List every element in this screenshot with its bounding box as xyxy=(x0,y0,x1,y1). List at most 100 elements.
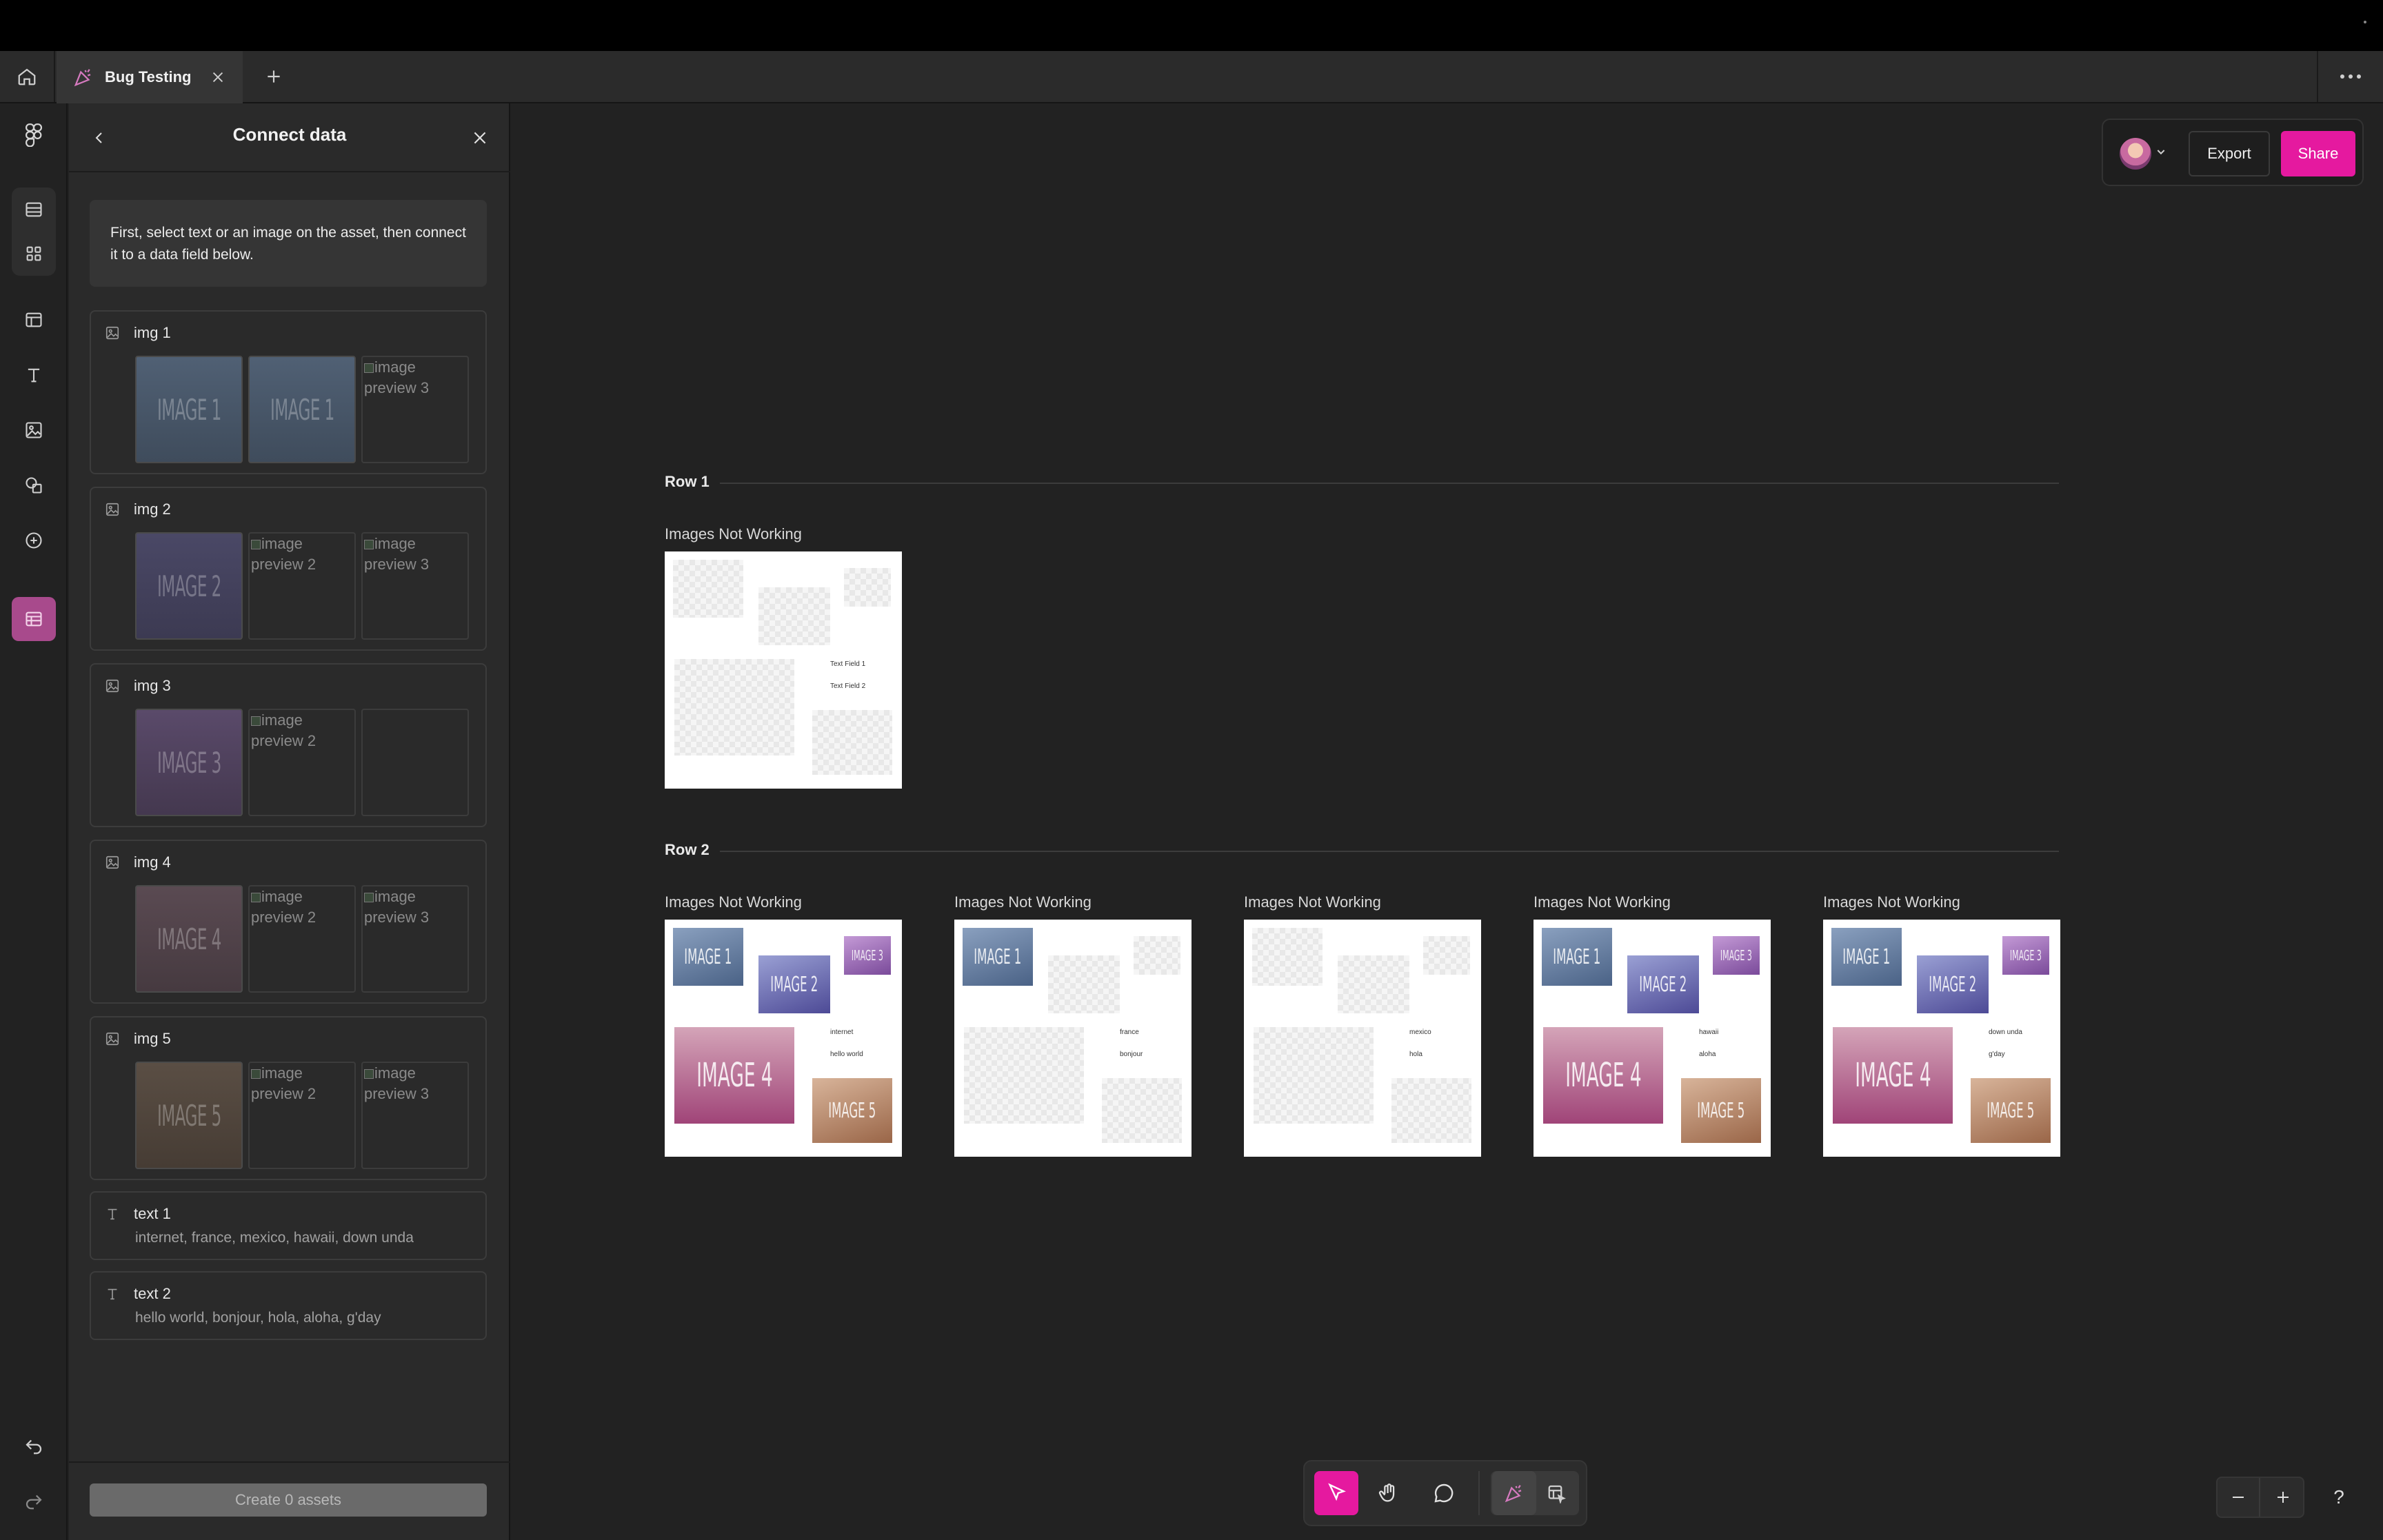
image-slot[interactable] xyxy=(1254,1027,1374,1124)
asset-card[interactable]: IMAGE 1 IMAGE 2 IMAGE 3 IMAGE 4 IMAGE 5 inter… xyxy=(665,920,902,1157)
image-slot[interactable] xyxy=(758,587,830,645)
asset-text-field-1[interactable]: mexico xyxy=(1409,1029,1431,1036)
image-preview-thumb[interactable]: IMAGE 2 xyxy=(135,532,243,640)
add-tab-button[interactable] xyxy=(250,51,298,102)
rail-shapes-button[interactable] xyxy=(12,463,56,507)
image-slot[interactable]: IMAGE 4 xyxy=(1543,1027,1663,1124)
rail-list-view-button[interactable] xyxy=(12,188,56,232)
image-slot[interactable]: IMAGE 1 xyxy=(963,928,1033,986)
share-button[interactable]: Share xyxy=(2281,131,2355,176)
more-options-button[interactable] xyxy=(2317,51,2383,102)
rail-grid-view-button[interactable] xyxy=(12,232,56,276)
image-slot[interactable]: IMAGE 5 xyxy=(1971,1078,2051,1143)
home-button[interactable] xyxy=(0,51,55,102)
panel-close-button[interactable] xyxy=(463,121,496,154)
asset-card[interactable]: mexico hola xyxy=(1244,920,1481,1157)
image-preview-thumb[interactable] xyxy=(361,709,469,816)
image-preview-thumb[interactable]: image preview 2 xyxy=(248,1062,356,1169)
asset-card[interactable]: IMAGE 1 IMAGE 2 IMAGE 3 IMAGE 4 IMAGE 5 down … xyxy=(1823,920,2060,1157)
chevron-down-icon[interactable] xyxy=(2155,146,2166,157)
text-field-card[interactable]: text 2 hello world, bonjour, hola, aloha,… xyxy=(90,1271,487,1340)
image-preview-thumb[interactable]: image preview 2 xyxy=(248,532,356,640)
select-tool-button[interactable] xyxy=(1314,1471,1358,1515)
asset-card[interactable]: IMAGE 1 IMAGE 2 IMAGE 3 IMAGE 4 IMAGE 5 hawai… xyxy=(1534,920,1771,1157)
zoom-in-button[interactable] xyxy=(2262,1478,2304,1517)
image-slot[interactable] xyxy=(1391,1078,1471,1143)
rail-layout-button[interactable] xyxy=(12,298,56,342)
asset-text-field-2[interactable]: hello world xyxy=(830,1051,863,1058)
create-assets-button[interactable]: Create 0 assets xyxy=(90,1483,487,1517)
image-slot[interactable] xyxy=(1338,955,1409,1013)
image-preview-thumb[interactable]: image preview 3 xyxy=(361,356,469,463)
avatar[interactable] xyxy=(2120,138,2151,170)
help-button[interactable]: ? xyxy=(2324,1479,2354,1515)
image-preview-thumb[interactable]: IMAGE 1 xyxy=(135,356,243,463)
image-slot[interactable]: IMAGE 4 xyxy=(1833,1027,1953,1124)
rail-add-button[interactable] xyxy=(12,518,56,563)
image-slot[interactable] xyxy=(674,659,794,756)
asset-text-field-1[interactable]: Text Field 1 xyxy=(830,660,865,668)
rail-logo-button[interactable] xyxy=(12,113,56,157)
brand-mode-button[interactable] xyxy=(1492,1471,1536,1515)
asset-text-field-2[interactable]: g'day xyxy=(1989,1051,2005,1058)
image-slot[interactable]: IMAGE 3 xyxy=(1713,936,1760,975)
text-field-card[interactable]: text 1 internet, france, mexico, hawaii, … xyxy=(90,1191,487,1260)
image-preview-thumb[interactable]: image preview 2 xyxy=(248,885,356,993)
image-field-card[interactable]: img 5 IMAGE 5 image preview 2 image preview… xyxy=(90,1016,487,1180)
image-slot[interactable]: IMAGE 5 xyxy=(1681,1078,1761,1143)
image-field-card[interactable]: img 3 IMAGE 3 image preview 2 xyxy=(90,663,487,827)
rail-image-button[interactable] xyxy=(12,408,56,452)
asset-text-field-2[interactable]: aloha xyxy=(1699,1051,1716,1058)
tab-bug-testing[interactable]: Bug Testing xyxy=(57,51,243,103)
rail-data-button[interactable] xyxy=(12,597,56,641)
image-slot[interactable] xyxy=(1423,936,1470,975)
image-slot[interactable]: IMAGE 2 xyxy=(1627,955,1699,1013)
image-preview-thumb[interactable]: IMAGE 5 xyxy=(135,1062,243,1169)
image-slot[interactable]: IMAGE 1 xyxy=(1542,928,1612,986)
data-mode-button[interactable] xyxy=(1535,1471,1579,1515)
image-preview-thumb[interactable]: image preview 2 xyxy=(248,709,356,816)
asset-text-field-1[interactable]: france xyxy=(1120,1029,1139,1036)
image-slot[interactable] xyxy=(1252,928,1323,986)
image-preview-thumb[interactable]: IMAGE 3 xyxy=(135,709,243,816)
redo-button[interactable] xyxy=(15,1482,52,1519)
image-slot[interactable]: IMAGE 1 xyxy=(1831,928,1902,986)
image-slot[interactable] xyxy=(844,568,891,607)
image-slot[interactable] xyxy=(1048,955,1120,1013)
image-slot[interactable] xyxy=(1134,936,1180,975)
image-slot[interactable]: IMAGE 5 xyxy=(812,1078,892,1143)
asset-text-field-2[interactable]: bonjour xyxy=(1120,1051,1143,1058)
image-slot[interactable]: IMAGE 4 xyxy=(674,1027,794,1124)
zoom-out-button[interactable] xyxy=(2218,1478,2260,1517)
image-slot[interactable]: IMAGE 2 xyxy=(1917,955,1989,1013)
image-slot[interactable]: IMAGE 2 xyxy=(758,955,830,1013)
asset-card[interactable]: IMAGE 1 france bonjour xyxy=(954,920,1192,1157)
undo-button[interactable] xyxy=(15,1427,52,1464)
image-slot[interactable]: IMAGE 1 xyxy=(673,928,743,986)
export-button[interactable]: Export xyxy=(2189,131,2270,176)
image-field-card[interactable]: img 1 IMAGE 1 IMAGE 1 image preview 3 xyxy=(90,310,487,474)
asset-text-field-2[interactable]: hola xyxy=(1409,1051,1422,1058)
comment-tool-button[interactable] xyxy=(1422,1471,1466,1515)
image-preview-thumb[interactable]: IMAGE 1 xyxy=(248,356,356,463)
asset-text-field-1[interactable]: hawaii xyxy=(1699,1029,1718,1036)
hand-tool-button[interactable] xyxy=(1367,1471,1411,1515)
image-field-card[interactable]: img 4 IMAGE 4 image preview 2 image preview… xyxy=(90,840,487,1004)
asset-text-field-2[interactable]: Text Field 2 xyxy=(830,682,865,690)
tab-close-button[interactable] xyxy=(210,70,225,85)
image-slot[interactable]: IMAGE 3 xyxy=(2002,936,2049,975)
image-slot[interactable] xyxy=(673,560,743,618)
image-slot[interactable] xyxy=(812,710,892,775)
image-field-card[interactable]: img 2 IMAGE 2 image preview 2 image preview… xyxy=(90,487,487,651)
rail-text-button[interactable] xyxy=(12,353,56,397)
image-preview-thumb[interactable]: image preview 3 xyxy=(361,532,469,640)
image-preview-thumb[interactable]: image preview 3 xyxy=(361,1062,469,1169)
image-slot[interactable] xyxy=(1102,1078,1182,1143)
asset-text-field-1[interactable]: down unda xyxy=(1989,1029,2022,1036)
asset-text-field-1[interactable]: internet xyxy=(830,1029,853,1036)
image-preview-thumb[interactable]: IMAGE 4 xyxy=(135,885,243,993)
image-slot[interactable] xyxy=(964,1027,1084,1124)
asset-card[interactable]: Text Field 1 Text Field 2 xyxy=(665,551,902,789)
image-slot[interactable]: IMAGE 3 xyxy=(844,936,891,975)
image-preview-thumb[interactable]: image preview 3 xyxy=(361,885,469,993)
